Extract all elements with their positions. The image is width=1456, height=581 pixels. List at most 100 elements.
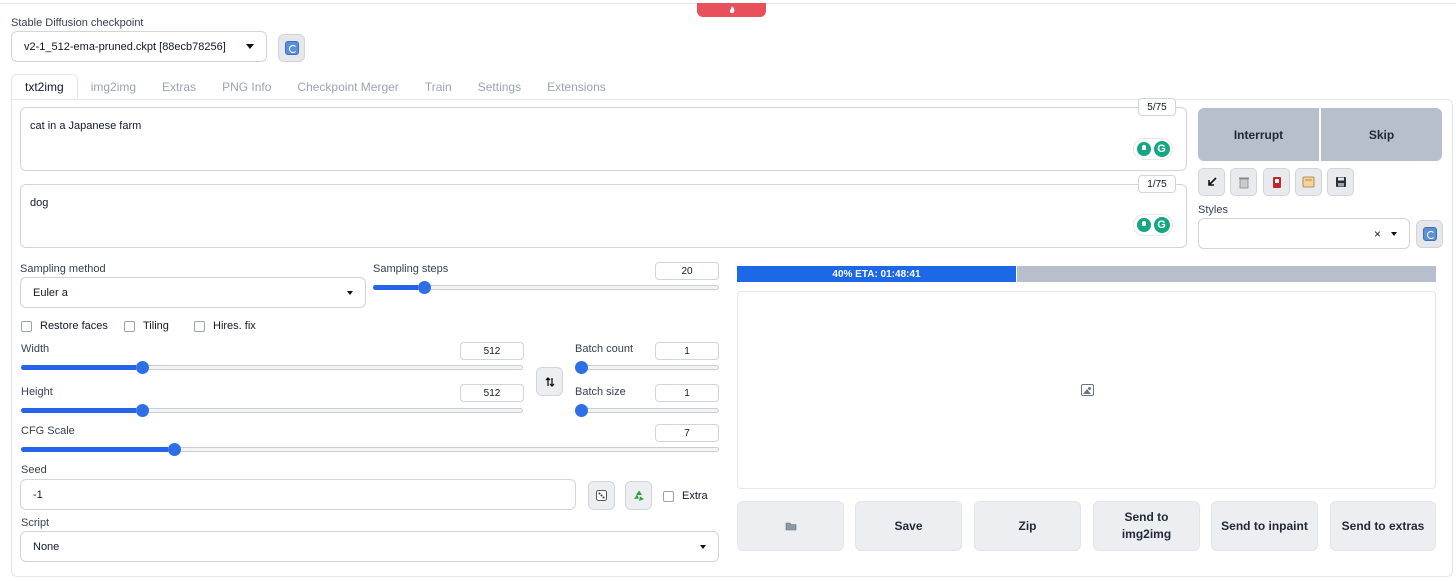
swap-dimensions-button[interactable] (536, 367, 563, 396)
clear-prompt-button[interactable] (1230, 168, 1257, 196)
batch-count-slider[interactable] (575, 360, 719, 376)
show-extra-networks-button[interactable] (1263, 168, 1290, 196)
slider-thumb[interactable] (575, 361, 588, 374)
batch-size-input[interactable]: 1 (655, 384, 719, 402)
checkbox-box[interactable] (124, 320, 135, 332)
refresh-icon (1422, 227, 1437, 241)
batch-count-input[interactable]: 1 (655, 342, 719, 360)
cfg-scale-slider[interactable] (21, 442, 719, 458)
styles-label: Styles (1198, 204, 1228, 216)
skip-button[interactable]: Skip (1321, 108, 1442, 161)
floppy-disk-icon (1335, 177, 1346, 187)
negative-prompt-textarea[interactable]: dog (20, 184, 1187, 248)
read-params-button[interactable] (1198, 168, 1225, 196)
script-value: None (33, 540, 60, 553)
cfg-scale-input[interactable]: 7 (655, 424, 719, 442)
tab-png-info[interactable]: PNG Info (209, 74, 284, 100)
checkpoint-select[interactable]: v2-1_512-ema-pruned.ckpt [88ecb78256] (11, 31, 267, 62)
tab-checkpoint-merger[interactable]: Checkpoint Merger (284, 74, 411, 100)
chevron-down-icon (246, 44, 254, 49)
refresh-styles-button[interactable] (1416, 220, 1443, 248)
tab-img2img[interactable]: img2img (78, 74, 149, 100)
open-folder-button[interactable] (737, 501, 844, 551)
send-to-extras-button[interactable]: Send to extras (1330, 501, 1436, 551)
width-slider[interactable] (21, 360, 523, 376)
refresh-icon (284, 41, 299, 55)
cfg-scale-label: CFG Scale (21, 425, 75, 437)
trash-icon (1238, 177, 1249, 188)
checkbox-box[interactable] (663, 490, 674, 502)
prompt-textarea[interactable]: cat in a Japanese farm (20, 107, 1187, 171)
output-gallery (737, 291, 1436, 489)
save-style-button[interactable] (1327, 168, 1354, 196)
sampling-method-value: Euler a (33, 286, 68, 299)
grammarly-icon: G (1153, 217, 1170, 233)
tab-train[interactable]: Train (412, 74, 465, 100)
grammarly-widget[interactable]: G (1133, 138, 1173, 160)
script-select[interactable]: None (20, 531, 719, 562)
extra-networks-icon (1272, 176, 1281, 188)
folder-icon (785, 522, 796, 531)
height-slider[interactable] (21, 403, 523, 419)
checkbox-box[interactable] (194, 320, 205, 332)
lightbulb-icon (1136, 218, 1151, 232)
slider-thumb[interactable] (417, 281, 431, 294)
interrupt-button[interactable]: Interrupt (1198, 108, 1319, 161)
dice-icon (596, 490, 607, 501)
reuse-seed-button[interactable] (625, 481, 652, 510)
hires-fix-label: Hires. fix (213, 320, 256, 332)
save-button[interactable]: Save (855, 501, 962, 551)
sampling-steps-label: Sampling steps (373, 263, 449, 275)
styles-select[interactable]: × (1198, 218, 1410, 249)
restore-faces-label: Restore faces (40, 320, 108, 332)
chevron-down-icon (1391, 231, 1397, 236)
tiling-label: Tiling (143, 320, 169, 332)
swap-arrows-icon (545, 376, 554, 387)
grammarly-icon: G (1153, 141, 1170, 157)
progress-text: 40% ETA: 01:48:41 (832, 268, 921, 280)
checkbox-box[interactable] (21, 320, 32, 332)
tab-extensions[interactable]: Extensions (534, 74, 619, 100)
checkpoint-label: Stable Diffusion checkpoint (11, 17, 144, 29)
batch-count-label: Batch count (575, 343, 634, 355)
batch-size-slider[interactable] (575, 403, 719, 419)
width-label: Width (21, 343, 50, 355)
slider-thumb[interactable] (136, 404, 150, 417)
top-status-indicator (697, 3, 766, 17)
checkpoint-value: v2-1_512-ema-pruned.ckpt [88ecb78256] (24, 40, 226, 53)
hires-fix-checkbox[interactable]: Hires. fix (194, 320, 256, 332)
tab-extras[interactable]: Extras (149, 74, 209, 100)
zip-button[interactable]: Zip (974, 501, 1081, 551)
grammarly-widget-negative[interactable]: G (1133, 214, 1173, 236)
progress-bar: 40% ETA: 01:48:41 (737, 266, 1436, 282)
sampling-method-label: Sampling method (20, 263, 106, 275)
script-label: Script (21, 517, 50, 529)
send-to-img2img-label-line1: Send to (1124, 510, 1169, 524)
slider-thumb[interactable] (575, 404, 588, 417)
clear-styles-icon[interactable]: × (1374, 227, 1381, 241)
height-input[interactable]: 512 (460, 384, 524, 402)
send-to-inpaint-button[interactable]: Send to inpaint (1211, 501, 1318, 551)
chevron-down-icon (347, 290, 353, 295)
sampling-method-select[interactable]: Euler a (20, 277, 366, 308)
random-seed-button[interactable] (588, 481, 615, 510)
refresh-checkpoint-button[interactable] (278, 34, 305, 62)
restore-faces-checkbox[interactable]: Restore faces (21, 320, 108, 332)
seed-input[interactable]: -1 (20, 479, 576, 510)
arrow-down-left-icon (1207, 177, 1217, 186)
clipboard-icon (1302, 176, 1315, 188)
batch-size-label: Batch size (575, 386, 626, 398)
width-input[interactable]: 512 (460, 342, 524, 360)
slider-thumb[interactable] (167, 443, 181, 456)
apply-style-button[interactable] (1295, 168, 1322, 196)
tab-txt2img[interactable]: txt2img (11, 74, 78, 100)
tiling-checkbox[interactable]: Tiling (124, 320, 169, 332)
recycle-icon (633, 490, 644, 501)
negative-prompt-text: dog (30, 197, 49, 209)
send-to-img2img-button[interactable]: Send to img2img (1093, 501, 1200, 551)
slider-thumb[interactable] (136, 361, 150, 374)
extra-seed-checkbox[interactable]: Extra (663, 490, 708, 502)
sampling-steps-input[interactable]: 20 (655, 262, 719, 280)
tab-settings[interactable]: Settings (465, 74, 534, 100)
sampling-steps-slider[interactable] (373, 280, 719, 296)
